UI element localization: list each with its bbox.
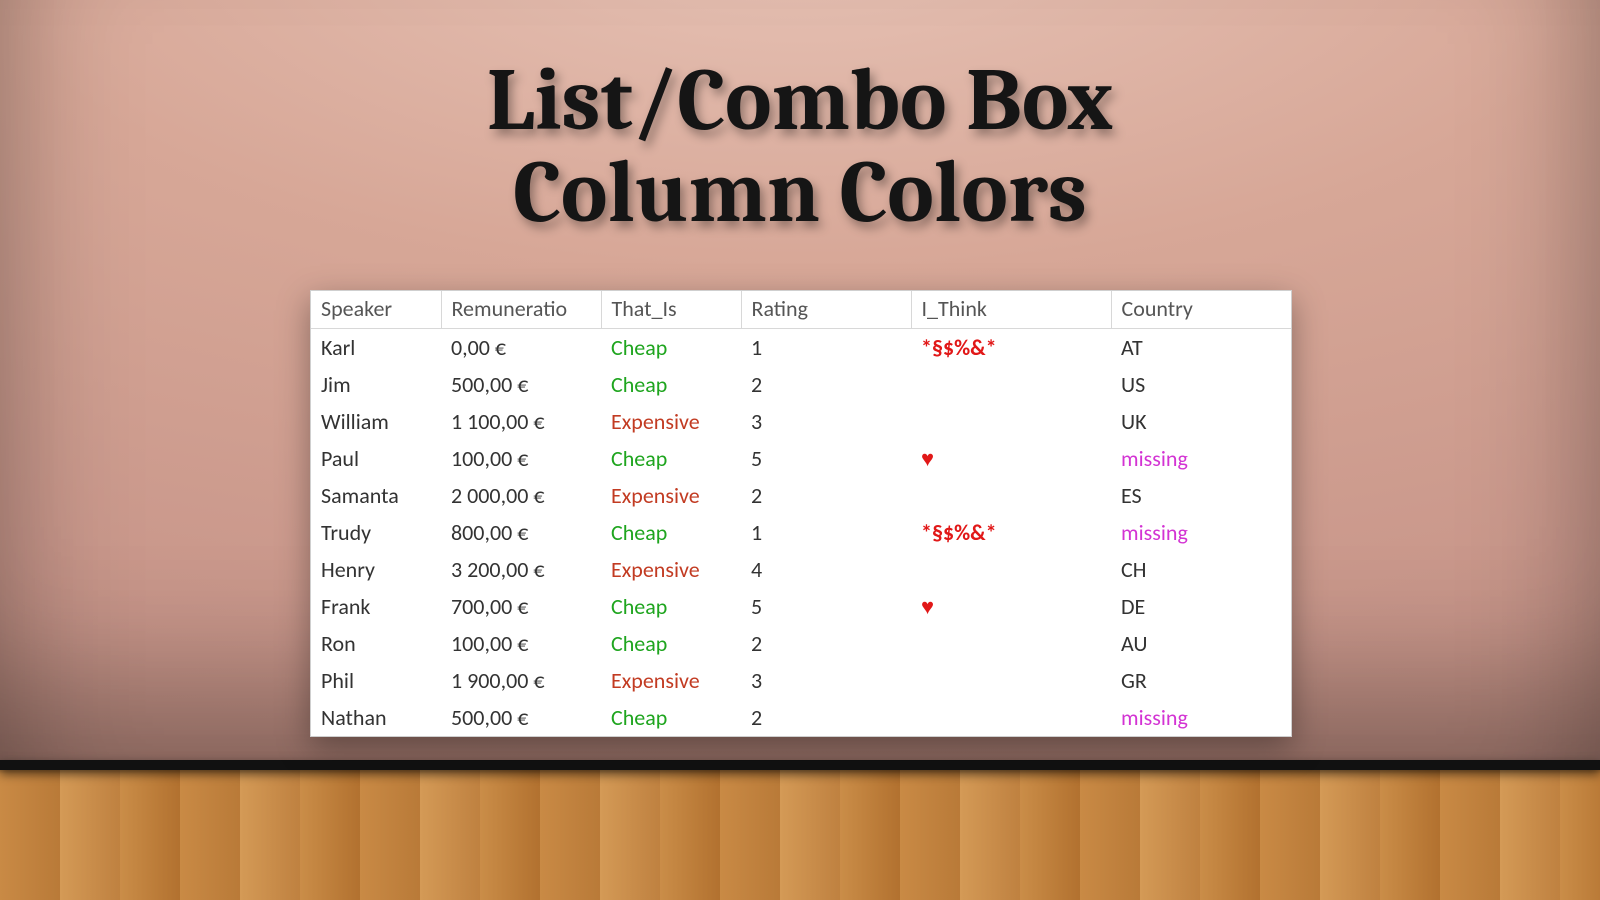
cell-speaker: Phil	[311, 662, 441, 699]
cell-remun: 0,00 €	[441, 329, 601, 367]
cell-remun: 500,00 €	[441, 699, 601, 736]
cell-rating: 2	[741, 366, 911, 403]
header-that-is[interactable]: That_Is	[601, 291, 741, 329]
header-i-think[interactable]: I_Think	[911, 291, 1111, 329]
table-row[interactable]: Phil1 900,00 €Expensive3 GR	[311, 662, 1291, 699]
cell-remun: 100,00 €	[441, 440, 601, 477]
slide-title: List/Combo Box Column Colors	[0, 55, 1600, 240]
cell-speaker: Paul	[311, 440, 441, 477]
cell-remun: 700,00 €	[441, 588, 601, 625]
cell-i-think	[911, 477, 1111, 514]
cell-speaker: Trudy	[311, 514, 441, 551]
cell-rating: 2	[741, 699, 911, 736]
cell-country: DE	[1111, 588, 1291, 625]
cell-that-is: Cheap	[601, 588, 741, 625]
cell-country: UK	[1111, 403, 1291, 440]
cell-speaker: Nathan	[311, 699, 441, 736]
cell-rating: 2	[741, 477, 911, 514]
cell-i-think	[911, 699, 1111, 736]
cell-that-is: Cheap	[601, 329, 741, 367]
cell-rating: 5	[741, 588, 911, 625]
cell-that-is: Expensive	[601, 551, 741, 588]
cell-that-is: Expensive	[601, 403, 741, 440]
cell-speaker: Karl	[311, 329, 441, 367]
floor-background	[0, 760, 1600, 900]
cell-remun: 500,00 €	[441, 366, 601, 403]
table-row[interactable]: Paul100,00 €Cheap5♥missing	[311, 440, 1291, 477]
cell-that-is: Cheap	[601, 699, 741, 736]
cell-i-think	[911, 625, 1111, 662]
cell-i-think	[911, 403, 1111, 440]
cell-that-is: Expensive	[601, 662, 741, 699]
header-remuneration[interactable]: Remuneratio	[441, 291, 601, 329]
cell-country: missing	[1111, 699, 1291, 736]
cell-remun: 1 900,00 €	[441, 662, 601, 699]
cell-speaker: Ron	[311, 625, 441, 662]
cell-country: AT	[1111, 329, 1291, 367]
cell-i-think: *§$%&*	[911, 514, 1111, 551]
cell-country: CH	[1111, 551, 1291, 588]
cell-remun: 100,00 €	[441, 625, 601, 662]
cell-i-think: *§$%&*	[911, 329, 1111, 367]
cell-i-think	[911, 366, 1111, 403]
cell-speaker: Frank	[311, 588, 441, 625]
cell-rating: 4	[741, 551, 911, 588]
header-speaker[interactable]: Speaker	[311, 291, 441, 329]
cell-remun: 800,00 €	[441, 514, 601, 551]
table-row[interactable]: Ron100,00 €Cheap2 AU	[311, 625, 1291, 662]
cell-i-think: ♥	[911, 440, 1111, 477]
cell-rating: 1	[741, 514, 911, 551]
cell-country: missing	[1111, 514, 1291, 551]
cell-remun: 3 200,00 €	[441, 551, 601, 588]
cell-speaker: William	[311, 403, 441, 440]
cell-remun: 1 100,00 €	[441, 403, 601, 440]
cell-country: missing	[1111, 440, 1291, 477]
cell-that-is: Cheap	[601, 514, 741, 551]
cell-speaker: Samanta	[311, 477, 441, 514]
cell-country: US	[1111, 366, 1291, 403]
cell-that-is: Expensive	[601, 477, 741, 514]
table-row[interactable]: Frank700,00 €Cheap5♥DE	[311, 588, 1291, 625]
cell-country: GR	[1111, 662, 1291, 699]
cell-i-think: ♥	[911, 588, 1111, 625]
cell-country: ES	[1111, 477, 1291, 514]
table-row[interactable]: Jim500,00 €Cheap2 US	[311, 366, 1291, 403]
cell-rating: 3	[741, 403, 911, 440]
header-rating[interactable]: Rating	[741, 291, 911, 329]
slide: List/Combo Box Column Colors Speaker Rem…	[0, 0, 1600, 900]
header-row: Speaker Remuneratio That_Is Rating I_Thi…	[311, 291, 1291, 329]
listbox-panel: Speaker Remuneratio That_Is Rating I_Thi…	[310, 290, 1292, 737]
cell-that-is: Cheap	[601, 366, 741, 403]
cell-remun: 2 000,00 €	[441, 477, 601, 514]
header-country[interactable]: Country	[1111, 291, 1291, 329]
table-row[interactable]: Henry3 200,00 €Expensive4 CH	[311, 551, 1291, 588]
cell-i-think	[911, 551, 1111, 588]
cell-country: AU	[1111, 625, 1291, 662]
table-row[interactable]: Samanta2 000,00 €Expensive2 ES	[311, 477, 1291, 514]
cell-rating: 3	[741, 662, 911, 699]
listbox-table: Speaker Remuneratio That_Is Rating I_Thi…	[311, 291, 1291, 736]
cell-speaker: Henry	[311, 551, 441, 588]
cell-rating: 2	[741, 625, 911, 662]
cell-that-is: Cheap	[601, 625, 741, 662]
table-row[interactable]: Trudy800,00 €Cheap1*§$%&*missing	[311, 514, 1291, 551]
table-row[interactable]: Nathan500,00 €Cheap2 missing	[311, 699, 1291, 736]
cell-rating: 1	[741, 329, 911, 367]
cell-speaker: Jim	[311, 366, 441, 403]
table-row[interactable]: William1 100,00 €Expensive3 UK	[311, 403, 1291, 440]
cell-that-is: Cheap	[601, 440, 741, 477]
cell-i-think	[911, 662, 1111, 699]
table-row[interactable]: Karl0,00 €Cheap1*§$%&*AT	[311, 329, 1291, 367]
cell-rating: 5	[741, 440, 911, 477]
